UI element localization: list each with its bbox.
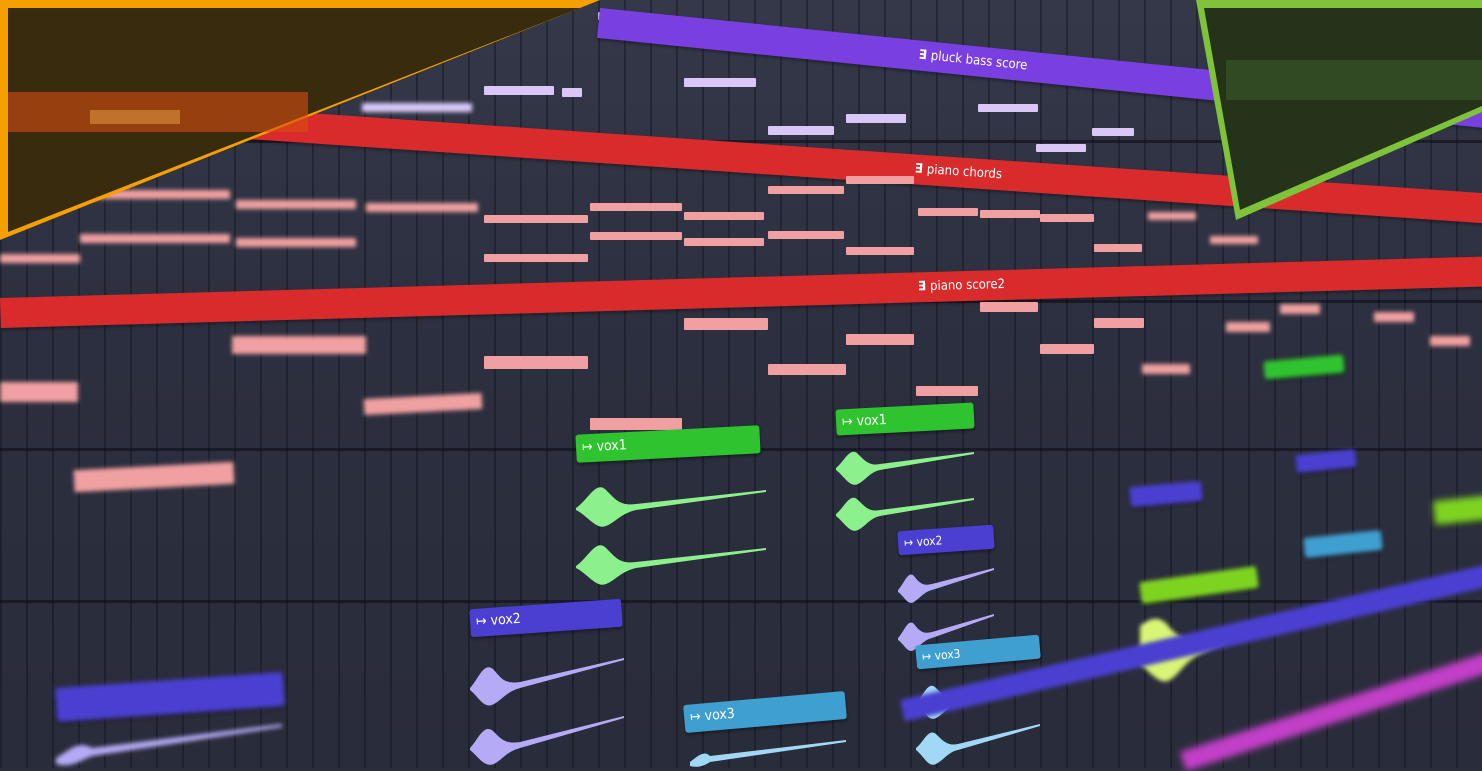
score-note[interactable] [1430,336,1470,346]
score-note[interactable] [363,392,483,416]
clip-label: vox1 [856,411,888,430]
clip-label: vox2 [916,533,943,550]
chord-note[interactable] [0,254,80,263]
score-note[interactable] [980,302,1038,312]
audio-clip-vox1[interactable]: ↦ vox1 [835,402,975,436]
chord-note[interactable] [590,203,682,211]
chord-note[interactable] [684,238,764,246]
score-note[interactable] [1280,304,1320,314]
chord-note[interactable] [484,254,588,262]
score-note[interactable] [73,461,235,493]
audio-clip-vox2[interactable]: ↦ vox2 [469,598,623,638]
chord-note[interactable] [1040,214,1094,222]
track-label: piano chords [926,162,1003,183]
score-note[interactable] [1226,322,1270,332]
audio-clip-icon: ↦ [475,612,492,630]
clip-label: vox1 [596,437,628,455]
chord-note[interactable] [918,208,978,216]
score-note[interactable] [1094,318,1144,328]
bass-note[interactable] [978,104,1038,112]
score-note[interactable] [1040,344,1094,354]
audio-clip[interactable] [55,672,285,722]
score-note[interactable] [590,418,682,430]
chord-note[interactable] [590,232,682,240]
bass-note[interactable] [1036,144,1086,152]
audio-clip-vox3[interactable]: ↦ vox3 [683,690,847,734]
score-note[interactable] [846,334,914,345]
clip-label: vox2 [490,610,522,629]
bass-note[interactable] [768,126,834,135]
chord-note[interactable] [768,231,844,239]
score-note[interactable] [232,336,366,354]
pattern-icon: ∃ [918,47,928,64]
audio-clip-icon: ↦ [581,438,598,456]
audio-clip-icon: ↦ [841,413,858,431]
score-note[interactable] [1374,312,1414,322]
track-label: pluck bass score [930,48,1028,74]
audio-clip[interactable] [1303,529,1383,559]
chord-note[interactable] [1210,236,1258,244]
waveform [836,451,974,531]
audio-clip[interactable] [1139,565,1259,605]
audio-clip[interactable] [1129,480,1203,508]
audio-clip[interactable] [1295,448,1357,474]
chord-note[interactable] [846,247,914,255]
chord-note[interactable] [684,212,764,220]
pattern-icon: ∃ [917,279,927,295]
chord-note[interactable] [846,176,914,184]
score-note[interactable] [916,386,978,396]
chord-note[interactable] [1094,244,1142,252]
waveform [576,487,766,585]
chord-note[interactable] [980,210,1040,218]
bass-note[interactable] [846,114,906,123]
chord-note[interactable] [768,186,844,194]
bass-note[interactable] [684,78,756,87]
pattern-icon: ∃ [914,161,924,177]
lane-separator [0,600,1482,603]
audio-clip-vox1[interactable]: ↦ vox1 [575,425,761,463]
chord-note[interactable] [1148,212,1196,220]
accent-corner-green [1196,0,1482,220]
waveform [470,658,624,765]
audio-clip[interactable] [1432,494,1482,526]
accent-corner-orange [0,0,600,240]
audio-clip[interactable] [1263,354,1345,380]
score-note[interactable] [0,382,78,402]
track-label: piano score2 [929,276,1006,295]
audio-clip-icon: ↦ [689,708,706,726]
bass-note[interactable] [1092,128,1134,136]
clip-label: vox3 [934,646,962,663]
score-note[interactable] [768,364,846,375]
clip-label: vox3 [704,705,736,725]
score-note[interactable] [1142,364,1190,374]
waveform [56,724,282,766]
score-note[interactable] [684,318,768,330]
score-note[interactable] [484,356,588,369]
waveform [690,740,846,767]
